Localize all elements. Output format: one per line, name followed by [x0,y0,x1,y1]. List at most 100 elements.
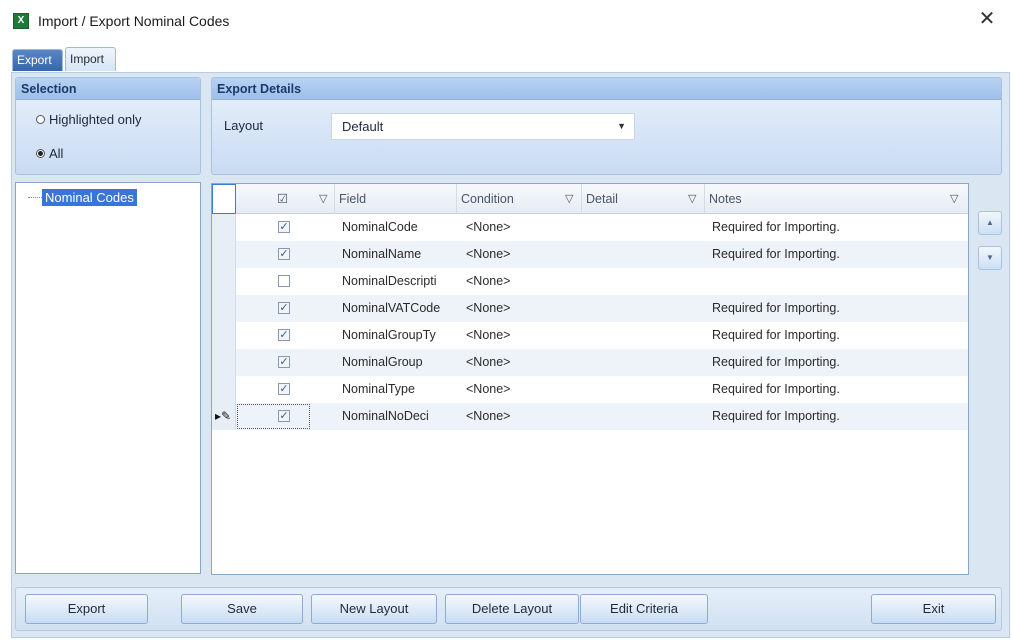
cell-notes: Required for Importing. [712,301,840,315]
cell-condition[interactable]: <None> [466,349,576,376]
cell-notes: Required for Importing. [712,247,840,261]
row-selector-header[interactable] [212,184,236,214]
column-header-label: Field [339,192,367,206]
cell-field: NominalCode [342,220,418,234]
cell-notes [712,268,962,295]
tab-export[interactable]: Export [12,49,63,71]
row-selector[interactable]: ▸✎ [212,403,236,430]
table-row[interactable]: ✓ NominalType <None> Required for Import… [212,376,968,403]
column-header-detail[interactable]: Detail ▽ [582,184,705,214]
export-details-group: Export Details Layout Default ▼ [211,77,1002,175]
cell-condition[interactable]: <None> [466,376,576,403]
row-selector[interactable] [212,349,236,376]
row-checkbox[interactable]: ✓ [278,248,290,260]
table-row[interactable]: ✓ NominalGroupTy <None> Required for Imp… [212,322,968,349]
cell-notes: Required for Importing. [712,409,840,423]
column-header-label: Condition [461,192,514,206]
window-title: Import / Export Nominal Codes [38,13,230,29]
row-checkbox[interactable] [278,275,290,287]
table-row[interactable]: NominalDescripti <None> [212,268,968,295]
radio-label: Highlighted only [49,112,142,127]
header-checkbox-icon: ☑ [277,192,289,206]
selection-header: Selection [16,78,200,100]
radio-circle-icon [36,115,45,124]
tab-import[interactable]: Import [65,47,116,71]
column-header-condition[interactable]: Condition ▽ [457,184,582,214]
cell-detail[interactable] [590,349,700,376]
fields-grid: ☑ ▽ Field Condition ▽ Detail ▽ Notes ▽ ✓ [211,183,969,575]
row-checkbox[interactable]: ✓ [278,356,290,368]
layout-label: Layout [224,118,264,133]
layout-dropdown[interactable]: Default ▼ [331,113,635,140]
filter-icon[interactable]: ▽ [565,184,573,214]
export-button[interactable]: Export [25,594,148,624]
row-selector[interactable] [212,295,236,322]
selection-group: Selection Highlighted only All [15,77,201,175]
filter-icon[interactable]: ▽ [688,184,696,214]
move-up-icon: ▲ [986,218,994,227]
cell-field: NominalNoDeci [342,409,429,423]
row-checkbox[interactable]: ✓ [278,302,290,314]
cell-condition[interactable]: <None> [466,214,576,241]
table-row[interactable]: ✓ NominalVATCode <None> Required for Imp… [212,295,968,322]
cell-condition[interactable]: <None> [466,322,576,349]
close-button[interactable]: ✕ [976,8,998,30]
export-details-header: Export Details [212,78,1001,100]
tree-item-nominal-codes[interactable]: Nominal Codes [42,189,137,206]
row-selector[interactable] [212,214,236,241]
move-up-button[interactable]: ▲ [978,211,1002,235]
excel-icon: X [13,13,29,29]
cell-detail[interactable] [590,376,700,403]
row-selector[interactable] [212,322,236,349]
dialog-window: X Import / Export Nominal Codes ✕ Export… [0,0,1012,641]
cell-condition[interactable]: <None> [466,295,576,322]
radio-label: All [49,146,64,161]
delete-layout-button[interactable]: Delete Layout [445,594,579,624]
row-checkbox[interactable]: ✓ [278,410,290,422]
row-checkbox[interactable]: ✓ [278,329,290,341]
table-row[interactable]: ✓ NominalCode <None> Required for Import… [212,214,968,241]
cell-condition[interactable]: <None> [466,403,576,430]
move-down-icon: ▼ [986,253,994,262]
table-row[interactable]: ▸✎ ✓ NominalNoDeci <None> Required for I… [212,403,968,430]
cell-field: NominalType [342,382,415,396]
row-checkbox[interactable]: ✓ [278,221,290,233]
title-bar: X Import / Export Nominal Codes ✕ [0,0,1012,42]
cell-detail[interactable] [590,295,700,322]
cell-field: NominalGroupTy [342,328,436,342]
move-down-button[interactable]: ▼ [978,246,1002,270]
column-header-check[interactable]: ☑ ▽ [237,184,335,214]
row-checkbox[interactable]: ✓ [278,383,290,395]
nominal-tree: Nominal Codes [15,182,201,574]
cell-field: NominalDescripti [342,274,437,288]
cell-condition[interactable]: <None> [466,241,576,268]
cell-detail[interactable] [590,268,700,295]
exit-button[interactable]: Exit [871,594,996,624]
row-selector[interactable] [212,268,236,295]
layout-value: Default [342,119,384,134]
cell-notes: Required for Importing. [712,382,840,396]
filter-icon[interactable]: ▽ [950,184,958,214]
row-selector[interactable] [212,241,236,268]
column-header-field[interactable]: Field [335,184,457,214]
cell-condition[interactable]: <None> [466,268,576,295]
edit-criteria-button[interactable]: Edit Criteria [580,594,708,624]
cell-detail[interactable] [590,403,700,430]
filter-icon[interactable]: ▽ [319,184,327,214]
row-selector[interactable] [212,376,236,403]
column-header-notes[interactable]: Notes ▽ [705,184,968,214]
cell-notes: Required for Importing. [712,355,840,369]
focused-cell [237,404,310,429]
save-button[interactable]: Save [181,594,303,624]
radio-highlighted-only[interactable]: Highlighted only [36,112,142,127]
cell-detail[interactable] [590,322,700,349]
cell-detail[interactable] [590,241,700,268]
table-row[interactable]: ✓ NominalName <None> Required for Import… [212,241,968,268]
radio-all[interactable]: All [36,146,63,161]
cell-detail[interactable] [590,214,700,241]
new-layout-button[interactable]: New Layout [311,594,437,624]
tree-connector [28,197,42,198]
radio-selected-icon [36,149,45,158]
chevron-down-icon: ▼ [617,121,626,131]
table-row[interactable]: ✓ NominalGroup <None> Required for Impor… [212,349,968,376]
